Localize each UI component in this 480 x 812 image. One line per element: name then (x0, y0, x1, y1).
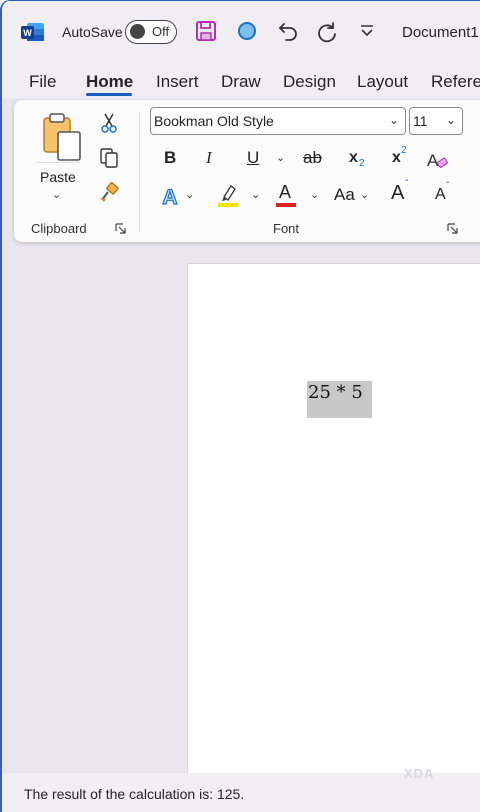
caret-up-icon: ˆ (405, 179, 409, 190)
paste-label: Paste (40, 169, 76, 185)
chevron-down-icon: ⌄ (445, 113, 456, 127)
text-effects-icon[interactable]: A (158, 184, 182, 208)
paste-icon (43, 113, 81, 161)
font-dialog-launcher-icon[interactable] (447, 223, 458, 234)
tab-references[interactable]: Referer (431, 72, 480, 92)
clipboard-dialog-launcher-icon[interactable] (115, 223, 126, 234)
chevron-down-icon: ⌄ (388, 113, 399, 127)
caret-down-icon: ˇ (446, 181, 450, 192)
customize-quick-access-icon[interactable] (355, 19, 379, 43)
font-name-value: Bookman Old Style (154, 113, 274, 129)
toggle-knob (130, 24, 145, 39)
shrink-font-letter: A (435, 186, 446, 203)
divider (36, 162, 80, 163)
subscript-mark: 2 (359, 158, 365, 169)
tab-home[interactable]: Home (86, 72, 133, 92)
group-divider (139, 112, 140, 232)
paste-dropdown-icon[interactable]: ⌄ (52, 188, 61, 201)
undo-icon[interactable] (276, 19, 300, 43)
highlight-dropdown-icon[interactable]: ⌄ (251, 188, 260, 201)
copilot-icon[interactable] (235, 19, 259, 43)
format-painter-icon[interactable] (98, 182, 120, 204)
svg-text:W: W (23, 28, 32, 38)
autosave-state: Off (152, 24, 170, 39)
tab-draw[interactable]: Draw (221, 72, 261, 92)
clipboard-group-label: Clipboard (31, 221, 87, 236)
active-tab-indicator (86, 93, 132, 96)
tab-file[interactable]: File (29, 72, 56, 92)
change-case-button[interactable]: Aa (334, 185, 355, 205)
clear-formatting-icon[interactable]: A (425, 148, 449, 172)
font-color-letter: A (279, 182, 292, 202)
tab-layout[interactable]: Layout (357, 72, 408, 92)
xda-watermark: XDA (404, 766, 435, 781)
autosave-toggle[interactable]: Off (125, 20, 177, 44)
superscript-mark: 2 (401, 145, 407, 156)
font-color-bar (276, 203, 296, 207)
bold-button[interactable]: B (164, 148, 176, 168)
tab-insert[interactable]: Insert (156, 72, 199, 92)
document-page[interactable]: 25 * 5 (187, 263, 480, 774)
title-bar: W AutoSave Off Document1 (2, 1, 480, 61)
subscript-x: x (349, 149, 358, 166)
word-logo-icon: W (21, 23, 44, 41)
document-text[interactable]: 25 * 5 (308, 382, 363, 403)
font-color-dropdown-icon[interactable]: ⌄ (310, 188, 319, 201)
ribbon-home: Paste ⌄ Clipboard Bookman Old Style ⌄ 11… (14, 100, 480, 242)
change-case-dropdown-icon[interactable]: ⌄ (360, 188, 369, 201)
highlight-icon[interactable] (215, 182, 241, 208)
svg-text:A: A (162, 186, 177, 208)
cut-icon[interactable] (98, 112, 120, 134)
text-effects-dropdown-icon[interactable]: ⌄ (185, 188, 194, 201)
underline-dropdown-icon[interactable]: ⌄ (276, 151, 285, 164)
font-group-label: Font (273, 221, 300, 236)
document-title[interactable]: Document1 (402, 24, 479, 41)
save-icon[interactable] (194, 19, 218, 43)
font-name-dropdown[interactable]: Bookman Old Style ⌄ (150, 107, 406, 135)
copy-icon[interactable] (98, 147, 120, 169)
autosave-label: AutoSave (62, 24, 123, 40)
underline-button[interactable]: U (247, 148, 259, 168)
strikethrough-button[interactable]: ab (303, 148, 322, 168)
font-size-dropdown[interactable]: 11 ⌄ (409, 107, 463, 135)
highlight-color-bar (218, 203, 238, 207)
grow-font-letter: A (391, 182, 405, 204)
redo-icon[interactable] (316, 19, 340, 43)
tab-design[interactable]: Design (283, 72, 336, 92)
status-text: The result of the calculation is: 125. (24, 786, 245, 802)
svg-text:A: A (427, 151, 439, 170)
ribbon-tabs: File Home Insert Draw Design Layout Refe… (2, 61, 480, 99)
italic-button[interactable]: I (206, 148, 212, 168)
superscript-x: x (392, 149, 401, 166)
app-window: W AutoSave Off Document1 File Home Inser… (0, 0, 480, 812)
font-size-value: 11 (413, 113, 428, 129)
